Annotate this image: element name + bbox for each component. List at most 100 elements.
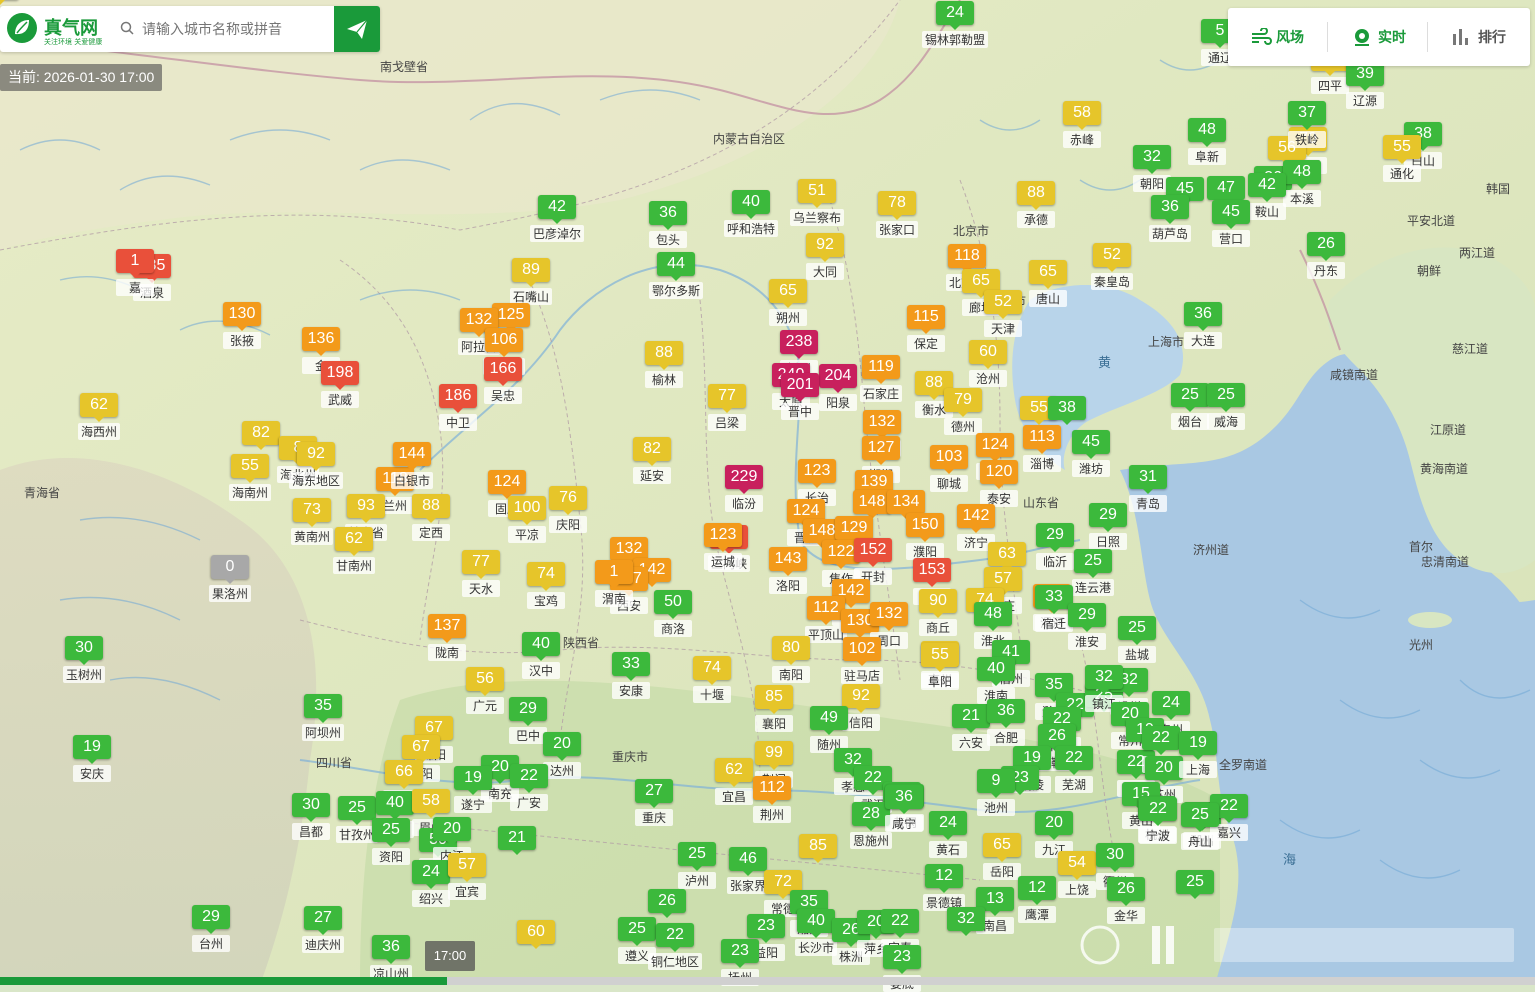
aqi-value-badge[interactable]: 127 xyxy=(862,436,900,465)
aqi-station-marker[interactable]: 88 榆林 xyxy=(645,341,683,388)
aqi-value-badge[interactable]: 45 xyxy=(1072,430,1110,459)
aqi-station-marker[interactable]: 89 石嘴山 xyxy=(509,258,553,305)
aqi-station-marker[interactable]: 112 荆州 xyxy=(753,776,791,823)
aqi-station-marker[interactable]: 48 阜新 xyxy=(1188,118,1226,165)
aqi-value-badge[interactable]: 88 xyxy=(1017,181,1055,210)
aqi-station-marker[interactable]: 198 武威 xyxy=(321,361,359,408)
aqi-station-marker[interactable]: 152 开封 xyxy=(854,538,892,585)
aqi-value-badge[interactable]: 201 xyxy=(781,373,819,402)
aqi-station-marker[interactable]: 76 庆阳 xyxy=(549,486,587,533)
aqi-station-marker[interactable]: 52 秦皇岛 xyxy=(1090,243,1134,290)
aqi-station-marker[interactable]: 12 鹰潭 xyxy=(1018,876,1056,923)
aqi-value-badge[interactable]: 26 xyxy=(1307,232,1345,261)
aqi-value-badge[interactable]: 134 xyxy=(887,490,925,519)
aqi-station-marker[interactable]: 25 烟台 xyxy=(1171,383,1209,430)
aqi-value-badge[interactable]: 74 xyxy=(527,562,565,591)
aqi-value-badge[interactable]: 30 xyxy=(64,636,103,665)
aqi-value-badge[interactable]: 19 xyxy=(454,766,492,795)
aqi-value-badge[interactable]: 143 xyxy=(769,547,807,576)
aqi-station-marker[interactable]: 57 宜宾 xyxy=(448,853,486,900)
aqi-value-badge[interactable]: 166 xyxy=(484,357,522,386)
aqi-value-badge[interactable]: 25 xyxy=(678,842,716,871)
aqi-value-badge[interactable]: 55 xyxy=(921,643,959,672)
timeline-track[interactable] xyxy=(0,977,1535,985)
aqi-value-badge[interactable]: 26 xyxy=(1037,724,1076,753)
aqi-value-badge[interactable]: 40 xyxy=(796,909,835,938)
aqi-station-marker[interactable]: 26 丹东 xyxy=(1307,232,1345,279)
aqi-station-marker[interactable]: 120 泰安 xyxy=(980,460,1018,507)
aqi-station-marker[interactable]: 29 台州 xyxy=(192,905,230,952)
menu-wind-field[interactable]: 风场 xyxy=(1250,8,1330,66)
aqi-value-badge[interactable]: 36 xyxy=(371,935,410,964)
aqi-value-badge[interactable]: 132 xyxy=(870,602,908,631)
aqi-station-marker[interactable]: 36 包头 xyxy=(649,201,687,248)
aqi-value-badge[interactable]: 36 xyxy=(885,785,923,814)
aqi-station-marker[interactable]: 62 海西州 xyxy=(77,393,121,440)
aqi-value-badge[interactable]: 137 xyxy=(428,614,466,643)
aqi-station-marker[interactable]: 36 咸宁 xyxy=(885,785,923,832)
aqi-value-badge[interactable]: 1 xyxy=(116,249,154,278)
aqi-station-marker[interactable]: 130 张掖 xyxy=(223,302,261,349)
aqi-station-marker[interactable]: 36 葫芦岛 xyxy=(1148,195,1192,242)
aqi-station-marker[interactable]: 25 泸州 xyxy=(678,842,716,889)
aqi-station-marker[interactable]: 9 池州 xyxy=(977,769,1015,816)
search-input[interactable] xyxy=(140,17,329,41)
aqi-station-marker[interactable]: 45 营口 xyxy=(1212,200,1250,247)
aqi-station-marker[interactable]: 26 xyxy=(648,889,686,918)
aqi-station-marker[interactable]: 65 唐山 xyxy=(1029,260,1067,307)
aqi-value-badge[interactable]: 150 xyxy=(906,513,944,542)
aqi-station-marker[interactable]: 44 鄂尔多斯 xyxy=(648,252,704,299)
aqi-station-marker[interactable]: 85 xyxy=(799,834,837,863)
aqi-value-badge[interactable]: 25 xyxy=(1073,549,1112,578)
aqi-value-badge[interactable]: 119 xyxy=(861,355,900,384)
aqi-station-marker[interactable]: 55 海南州 xyxy=(228,454,272,501)
aqi-value-badge[interactable]: 23 xyxy=(721,939,759,968)
aqi-station-marker[interactable]: 77 吕梁 xyxy=(708,384,746,431)
aqi-station-marker[interactable]: 144 白银市 xyxy=(390,442,434,489)
aqi-station-marker[interactable]: 58 赤峰 xyxy=(1063,101,1101,148)
aqi-station-marker[interactable]: 74 十堰 xyxy=(693,656,731,703)
aqi-station-marker[interactable]: 36 合肥 xyxy=(987,699,1025,746)
aqi-station-marker[interactable]: 103 聊城 xyxy=(930,445,968,492)
aqi-station-marker[interactable]: 74 宝鸡 xyxy=(527,562,565,609)
aqi-value-badge[interactable]: 27 xyxy=(303,906,342,935)
aqi-station-marker[interactable]: 113 淄博 xyxy=(1023,425,1061,472)
aqi-value-badge[interactable]: 93 xyxy=(346,494,385,523)
aqi-value-badge[interactable]: 40 xyxy=(977,657,1015,686)
aqi-station-marker[interactable]: 25 盐城 xyxy=(1118,616,1156,663)
aqi-value-badge[interactable]: 103 xyxy=(930,445,968,474)
aqi-station-marker[interactable]: 22 宁波 xyxy=(1139,797,1177,844)
aqi-station-marker[interactable]: 54 上饶 xyxy=(1058,851,1096,898)
aqi-station-marker[interactable]: 26 金华 xyxy=(1107,877,1145,924)
aqi-value-badge[interactable]: 92 xyxy=(296,442,335,471)
aqi-value-badge[interactable]: 106 xyxy=(484,328,523,357)
aqi-station-marker[interactable]: 25 舟山 xyxy=(1181,803,1219,850)
aqi-station-marker[interactable]: 186 中卫 xyxy=(439,384,477,431)
aqi-value-badge[interactable]: 19 xyxy=(1179,731,1217,760)
aqi-station-marker[interactable]: 78 张家口 xyxy=(875,191,919,238)
aqi-station-marker[interactable]: 88 承德 xyxy=(1017,181,1055,228)
aqi-value-badge[interactable]: 82 xyxy=(242,421,280,450)
aqi-station-marker[interactable]: 21 xyxy=(498,826,536,855)
aqi-station-marker[interactable]: 27 重庆 xyxy=(635,779,673,826)
aqi-value-badge[interactable]: 25 xyxy=(1207,383,1245,412)
aqi-value-badge[interactable]: 85 xyxy=(799,834,837,863)
aqi-value-badge[interactable]: 186 xyxy=(439,384,477,413)
aqi-value-badge[interactable]: 124 xyxy=(976,433,1014,462)
aqi-station-marker[interactable]: 229 临汾 xyxy=(725,465,763,512)
aqi-station-marker[interactable]: 201 晋中 xyxy=(781,373,819,420)
aqi-value-badge[interactable]: 21 xyxy=(498,826,536,855)
aqi-value-badge[interactable]: 12 xyxy=(924,864,963,893)
aqi-station-marker[interactable]: 123 运城 xyxy=(704,523,742,570)
aqi-value-badge[interactable]: 25 xyxy=(1118,616,1156,645)
aqi-station-marker[interactable]: 90 商丘 xyxy=(919,589,957,636)
aqi-value-badge[interactable]: 120 xyxy=(980,460,1018,489)
aqi-value-badge[interactable]: 24 xyxy=(929,811,967,840)
aqi-value-badge[interactable]: 52 xyxy=(1092,243,1131,272)
aqi-value-badge[interactable]: 20 xyxy=(1145,756,1183,785)
aqi-station-marker[interactable]: 48 本溪 xyxy=(1283,160,1321,207)
aqi-station-marker[interactable]: 12 景德镇 xyxy=(922,864,966,911)
aqi-station-marker[interactable]: 60 xyxy=(517,920,555,949)
aqi-station-marker[interactable]: 55 阜阳 xyxy=(921,643,959,690)
aqi-value-badge[interactable]: 54 xyxy=(1058,851,1096,880)
